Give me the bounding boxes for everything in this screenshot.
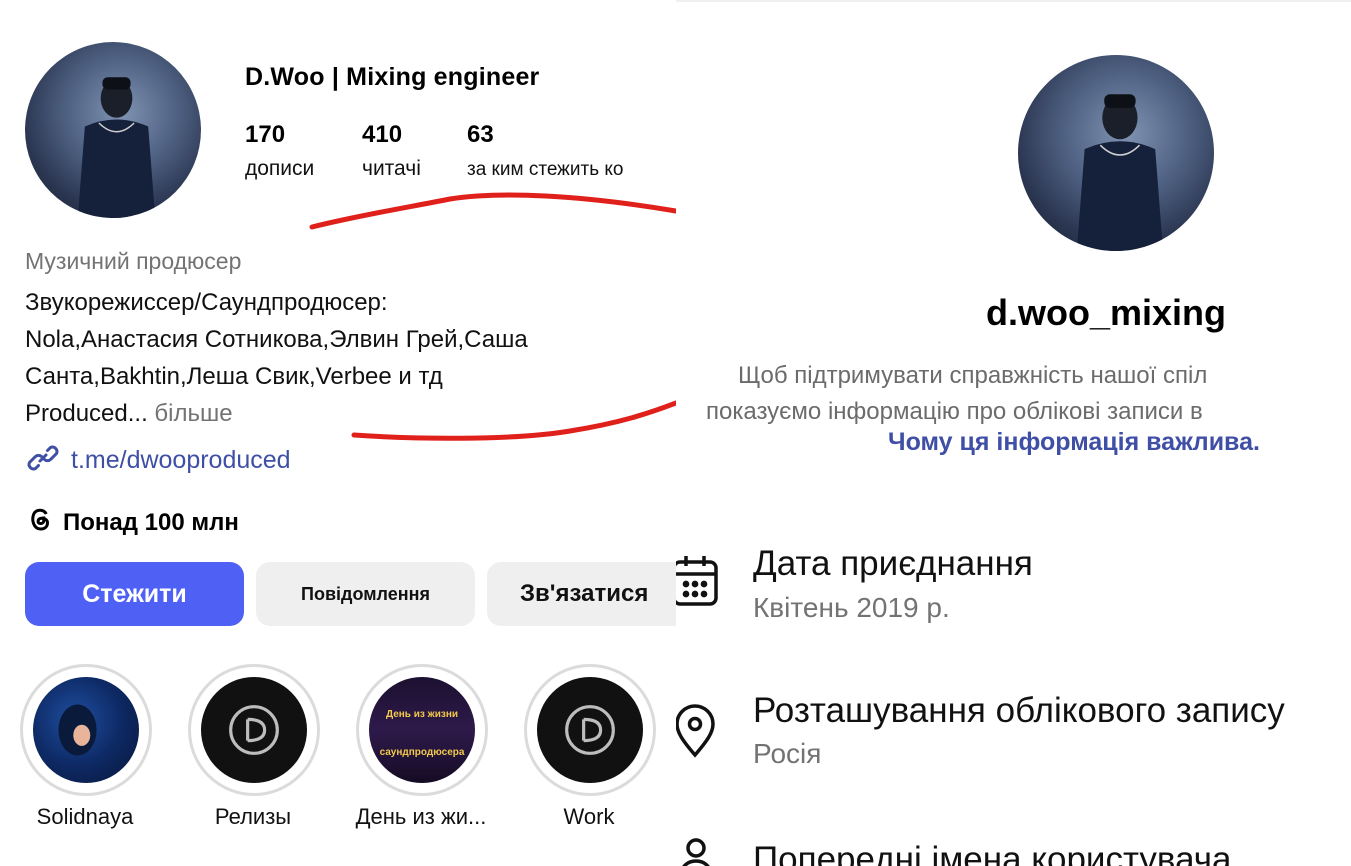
threads-count: Понад 100 млн (63, 508, 239, 536)
highlight-cover-title: День из жизни (385, 709, 459, 720)
threads-icon (25, 504, 55, 541)
bio-line: Санта,Bakhtin,Леша Свик,Verbee и тд (25, 363, 443, 390)
logo-icon (565, 705, 615, 755)
posts-label[interactable]: дописи (245, 157, 314, 181)
profile-username: D.Woo | Mixing engineer (245, 63, 540, 91)
threads-badge[interactable]: Понад 100 млн (25, 504, 239, 541)
annotation-underline-bio (351, 400, 676, 441)
contact-button[interactable]: Зв'язатися (487, 562, 676, 626)
bio-more-link[interactable]: більше (154, 400, 232, 427)
description-line: показуємо інформацію про облікові записи… (706, 398, 1203, 425)
follow-button[interactable]: Стежити (25, 562, 244, 626)
highlight-work[interactable] (524, 664, 656, 796)
following-label[interactable]: за ким стежить ко (467, 159, 623, 181)
account-info-panel: d.woo_mixing Щоб підтримувати справжніст… (676, 0, 1351, 866)
bio-line: Nola,Анастасия Сотникова,Элвин Грей,Саша (25, 326, 528, 353)
why-info-link[interactable]: Чому ця інформація важлива. (888, 428, 1260, 457)
link-icon (25, 440, 61, 481)
followers-count[interactable]: 410 (362, 121, 402, 149)
account-avatar (1018, 55, 1214, 251)
followers-label[interactable]: читачі (362, 157, 421, 181)
logo-icon (229, 705, 279, 755)
calendar-icon (676, 552, 720, 613)
link-text[interactable]: t.me/dwooproduced (71, 446, 291, 475)
highlight-day-in-life[interactable]: День из жизни саундпродюсера (356, 664, 488, 796)
posts-count[interactable]: 170 (245, 121, 285, 149)
annotation-underline-stats (309, 192, 676, 230)
following-count[interactable]: 63 (467, 121, 494, 149)
bio-line: Звукорежиссер/Саундпродюсер: (25, 289, 388, 316)
profile-panel: D.Woo | Mixing engineer 170 410 63 допис… (0, 0, 676, 866)
location-pin-icon (676, 704, 716, 763)
message-button[interactable]: Повідомлення (256, 562, 475, 626)
description-line: Щоб підтримувати справжність нашої спіл (738, 362, 1208, 389)
account-description: Щоб підтримувати справжність нашої спіл … (706, 358, 1351, 430)
profile-link[interactable]: t.me/dwooproduced (25, 440, 291, 481)
highlight-label: Релизы (214, 804, 292, 829)
highlight-label: Solidnaya (36, 804, 134, 829)
highlight-label: День из жи... (355, 804, 487, 829)
highlight-label: Work (563, 804, 615, 829)
profile-category: Музичний продюсер (25, 248, 242, 274)
highlight-solidnaya[interactable] (20, 664, 152, 796)
account-location-title: Розташування облікового запису (753, 691, 1285, 730)
account-username: d.woo_mixing (986, 292, 1227, 333)
date-joined-value: Квітень 2019 р. (753, 592, 950, 623)
date-joined-title: Дата приєднання (753, 544, 1033, 583)
account-location-value: Росія (753, 738, 822, 769)
profile-avatar[interactable] (25, 42, 201, 218)
user-icon (678, 838, 714, 866)
former-usernames-title[interactable]: Попередні імена користувача (753, 840, 1231, 866)
bio-line: Produced... (25, 400, 148, 427)
highlight-cover-subtitle: саундпродюсера (379, 747, 465, 758)
highlight-releases[interactable] (188, 664, 320, 796)
